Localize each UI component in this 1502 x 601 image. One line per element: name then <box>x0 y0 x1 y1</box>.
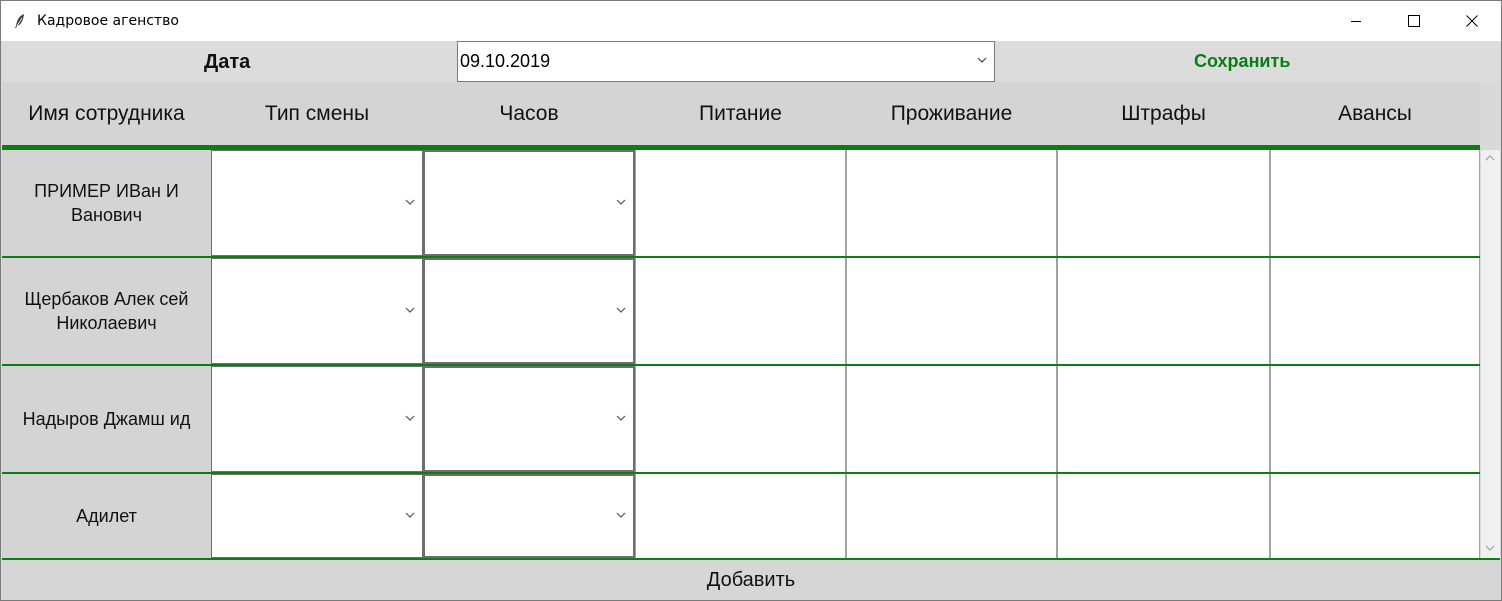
chevron-down-icon <box>616 307 626 313</box>
table-row: Надыров Джамш ид <box>2 366 1480 472</box>
advances-input[interactable] <box>1270 258 1480 364</box>
fines-input[interactable] <box>1057 474 1270 558</box>
food-input[interactable] <box>635 258 846 364</box>
date-select[interactable]: 09.10.2019 <box>457 41 995 82</box>
housing-input[interactable] <box>846 150 1057 256</box>
caption-buttons <box>1327 1 1501 41</box>
shift-type-select[interactable] <box>211 474 423 558</box>
chevron-down-icon <box>405 512 415 518</box>
chevron-down-icon <box>405 307 415 313</box>
fines-input[interactable] <box>1057 150 1270 256</box>
chevron-down-icon <box>616 199 626 205</box>
housing-input[interactable] <box>846 258 1057 364</box>
employee-name: ПРИМЕР ИВан И Ванович <box>2 150 211 256</box>
table-row: ПРИМЕР ИВан И Ванович <box>2 150 1480 256</box>
close-button[interactable] <box>1443 1 1501 41</box>
chevron-down-icon <box>616 512 626 518</box>
employee-name: Надыров Джамш ид <box>2 366 211 472</box>
chevron-down-icon[interactable] <box>1485 544 1495 552</box>
date-label: Дата <box>204 51 251 73</box>
column-header-advances: Авансы <box>1338 101 1412 125</box>
column-header-food: Питание <box>699 101 782 125</box>
window-title: Кадровое агенство <box>37 13 179 29</box>
hours-select[interactable] <box>423 258 635 364</box>
minimize-icon <box>1351 21 1361 22</box>
date-bar: Дата 09.10.2019 Сохранить <box>2 41 1500 82</box>
shift-type-select[interactable] <box>211 258 423 364</box>
shift-type-select[interactable] <box>211 150 423 256</box>
column-header-housing: Проживание <box>890 101 1013 125</box>
hours-select[interactable] <box>423 474 635 558</box>
food-input[interactable] <box>635 366 846 472</box>
column-header-name: Имя сотрудника <box>28 101 185 125</box>
table-row: Щербаков Алек сей Николаевич <box>2 258 1480 364</box>
maximize-icon <box>1408 15 1420 27</box>
fines-input[interactable] <box>1057 366 1270 472</box>
column-header-shift-type: Тип смены <box>264 101 370 125</box>
add-button[interactable]: Добавить <box>2 560 1500 600</box>
date-value: 09.10.2019 <box>460 51 551 71</box>
hours-select[interactable] <box>423 366 635 472</box>
employee-table: ПРИМЕР ИВан И Ванович Щербаков Алек сей … <box>2 150 1480 558</box>
employee-name: Щербаков Алек сей Николаевич <box>2 258 211 364</box>
employee-name: Адилет <box>2 474 211 558</box>
table-header: Имя сотрудника Тип смены Часов Питание П… <box>2 82 1480 145</box>
hours-select[interactable] <box>423 150 635 256</box>
fines-input[interactable] <box>1057 258 1270 364</box>
chevron-up-icon[interactable] <box>1485 154 1495 162</box>
chevron-down-icon <box>405 199 415 205</box>
vertical-scrollbar[interactable] <box>1481 150 1500 558</box>
column-header-fines: Штрафы <box>1121 101 1206 125</box>
advances-input[interactable] <box>1270 474 1480 558</box>
chevron-down-icon <box>977 57 987 63</box>
title-bar[interactable]: Кадровое агенство <box>1 1 1501 41</box>
table-row: Адилет <box>2 474 1480 558</box>
feather-icon <box>13 13 29 29</box>
food-input[interactable] <box>635 474 846 558</box>
chevron-down-icon <box>616 415 626 421</box>
close-icon <box>1466 15 1478 27</box>
housing-input[interactable] <box>846 366 1057 472</box>
advances-input[interactable] <box>1270 366 1480 472</box>
minimize-button[interactable] <box>1327 1 1385 41</box>
food-input[interactable] <box>635 150 846 256</box>
chevron-down-icon <box>405 415 415 421</box>
advances-input[interactable] <box>1270 150 1480 256</box>
column-header-hours: Часов <box>499 101 559 125</box>
maximize-button[interactable] <box>1385 1 1443 41</box>
save-button[interactable]: Сохранить <box>1194 51 1290 72</box>
app-window: Кадровое агенство Дата 09.10.2019 Сохран… <box>0 0 1502 601</box>
shift-type-select[interactable] <box>211 366 423 472</box>
housing-input[interactable] <box>846 474 1057 558</box>
